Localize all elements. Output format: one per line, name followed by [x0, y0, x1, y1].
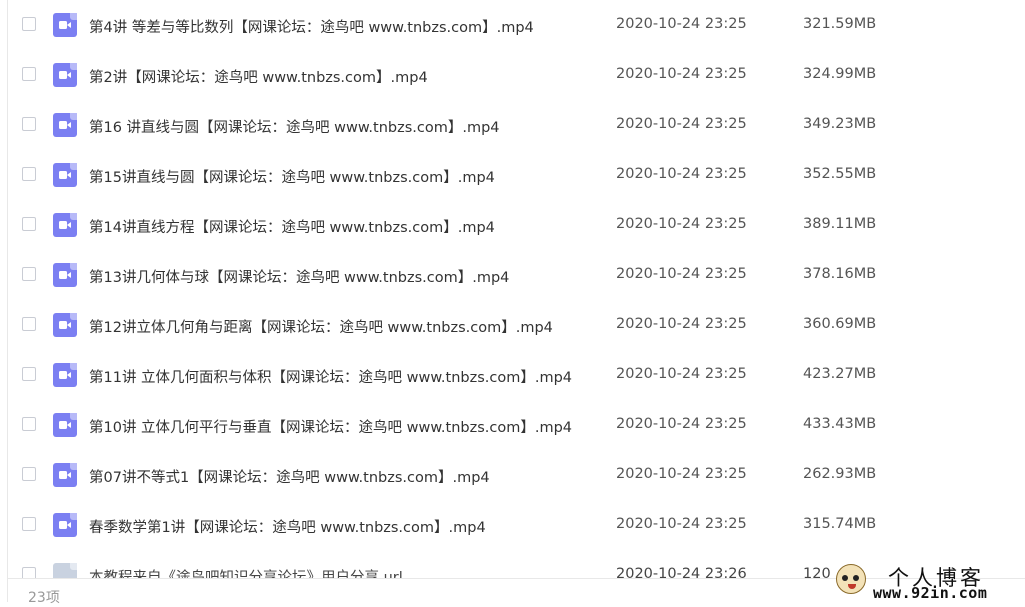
row-checkbox[interactable]: [22, 317, 36, 331]
file-date: 2020-10-24 23:25: [616, 466, 747, 482]
row-checkbox[interactable]: [22, 367, 36, 381]
file-row[interactable]: 第16 讲直线与圆【网课论坛：途鸟吧 www.tnbzs.com】.mp4 20…: [8, 100, 1025, 150]
file-name[interactable]: 春季数学第1讲【网课论坛：途鸟吧 www.tnbzs.com】.mp4: [89, 516, 486, 537]
file-size: 378.16MB: [803, 266, 877, 282]
video-file-icon: [53, 363, 77, 387]
file-list: 第4讲 等差与等比数列【网课论坛：途鸟吧 www.tnbzs.com】.mp4 …: [8, 0, 1025, 578]
file-size: 349.23MB: [803, 116, 877, 132]
video-file-icon: [53, 413, 77, 437]
row-checkbox[interactable]: [22, 517, 36, 531]
file-row[interactable]: 第2讲【网课论坛：途鸟吧 www.tnbzs.com】.mp4 2020-10-…: [8, 50, 1025, 100]
file-date: 2020-10-24 23:25: [616, 416, 747, 432]
file-size: 324.99MB: [803, 66, 877, 82]
file-row[interactable]: 第14讲直线方程【网课论坛：途鸟吧 www.tnbzs.com】.mp4 202…: [8, 200, 1025, 250]
row-checkbox[interactable]: [22, 467, 36, 481]
file-row[interactable]: 第10讲 立体几何平行与垂直【网课论坛：途鸟吧 www.tnbzs.com】.m…: [8, 400, 1025, 450]
video-file-icon: [53, 263, 77, 287]
file-row[interactable]: 第11讲 立体几何面积与体积【网课论坛：途鸟吧 www.tnbzs.com】.m…: [8, 350, 1025, 400]
file-row[interactable]: 第07讲不等式1【网课论坛：途鸟吧 www.tnbzs.com】.mp4 202…: [8, 450, 1025, 500]
file-size: 262.93MB: [803, 466, 877, 482]
row-checkbox[interactable]: [22, 67, 36, 81]
file-date: 2020-10-24 23:25: [616, 66, 747, 82]
video-file-icon: [53, 113, 77, 137]
file-date: 2020-10-24 23:25: [616, 516, 747, 532]
video-file-icon: [53, 163, 77, 187]
video-file-icon: [53, 313, 77, 337]
file-date: 2020-10-24 23:25: [616, 166, 747, 182]
file-size: 120: [803, 566, 831, 578]
row-checkbox[interactable]: [22, 167, 36, 181]
video-file-icon: [53, 513, 77, 537]
file-size: 423.27MB: [803, 366, 877, 382]
file-size: 321.59MB: [803, 16, 877, 32]
file-date: 2020-10-24 23:25: [616, 266, 747, 282]
file-name[interactable]: 第4讲 等差与等比数列【网课论坛：途鸟吧 www.tnbzs.com】.mp4: [89, 16, 534, 37]
file-size: 433.43MB: [803, 416, 877, 432]
row-checkbox[interactable]: [22, 17, 36, 31]
row-checkbox[interactable]: [22, 417, 36, 431]
file-date: 2020-10-24 23:25: [616, 16, 747, 32]
file-row[interactable]: 第13讲几何体与球【网课论坛：途鸟吧 www.tnbzs.com】.mp4 20…: [8, 250, 1025, 300]
file-name[interactable]: 第2讲【网课论坛：途鸟吧 www.tnbzs.com】.mp4: [89, 66, 428, 87]
file-row[interactable]: 第12讲立体几何角与距离【网课论坛：途鸟吧 www.tnbzs.com】.mp4…: [8, 300, 1025, 350]
file-name[interactable]: 第16 讲直线与圆【网课论坛：途鸟吧 www.tnbzs.com】.mp4: [89, 116, 500, 137]
file-date: 2020-10-24 23:25: [616, 116, 747, 132]
file-name[interactable]: 第15讲直线与圆【网课论坛：途鸟吧 www.tnbzs.com】.mp4: [89, 166, 495, 187]
file-name[interactable]: 第14讲直线方程【网课论坛：途鸟吧 www.tnbzs.com】.mp4: [89, 216, 495, 237]
video-file-icon: [53, 463, 77, 487]
row-checkbox[interactable]: [22, 117, 36, 131]
file-name[interactable]: 第07讲不等式1【网课论坛：途鸟吧 www.tnbzs.com】.mp4: [89, 466, 490, 487]
file-row[interactable]: 第4讲 等差与等比数列【网课论坛：途鸟吧 www.tnbzs.com】.mp4 …: [8, 0, 1025, 50]
file-date: 2020-10-24 23:26: [616, 566, 747, 578]
watermark-url: www.92in.com: [873, 584, 988, 602]
video-file-icon: [53, 63, 77, 87]
watermark: 个人博客 www.92in.com: [836, 562, 1025, 602]
url-file-icon: [53, 563, 77, 578]
file-size: 389.11MB: [803, 216, 877, 232]
row-checkbox[interactable]: [22, 567, 36, 578]
file-row[interactable]: 第15讲直线与圆【网课论坛：途鸟吧 www.tnbzs.com】.mp4 202…: [8, 150, 1025, 200]
file-date: 2020-10-24 23:25: [616, 216, 747, 232]
file-size: 315.74MB: [803, 516, 877, 532]
file-name[interactable]: 第13讲几何体与球【网课论坛：途鸟吧 www.tnbzs.com】.mp4: [89, 266, 509, 287]
file-date: 2020-10-24 23:25: [616, 366, 747, 382]
row-checkbox[interactable]: [22, 267, 36, 281]
row-checkbox[interactable]: [22, 217, 36, 231]
video-file-icon: [53, 213, 77, 237]
file-row[interactable]: 春季数学第1讲【网课论坛：途鸟吧 www.tnbzs.com】.mp4 2020…: [8, 500, 1025, 550]
file-name[interactable]: 第10讲 立体几何平行与垂直【网课论坛：途鸟吧 www.tnbzs.com】.m…: [89, 416, 572, 437]
file-size: 360.69MB: [803, 316, 877, 332]
file-name[interactable]: 本教程来自《途鸟吧知识分享论坛》用户分享.url: [89, 566, 403, 578]
file-name[interactable]: 第11讲 立体几何面积与体积【网课论坛：途鸟吧 www.tnbzs.com】.m…: [89, 366, 572, 387]
video-file-icon: [53, 13, 77, 37]
mascot-face-icon: [836, 564, 866, 594]
file-name[interactable]: 第12讲立体几何角与距离【网课论坛：途鸟吧 www.tnbzs.com】.mp4: [89, 316, 553, 337]
file-size: 352.55MB: [803, 166, 877, 182]
file-date: 2020-10-24 23:25: [616, 316, 747, 332]
item-count: 23项: [28, 590, 60, 606]
